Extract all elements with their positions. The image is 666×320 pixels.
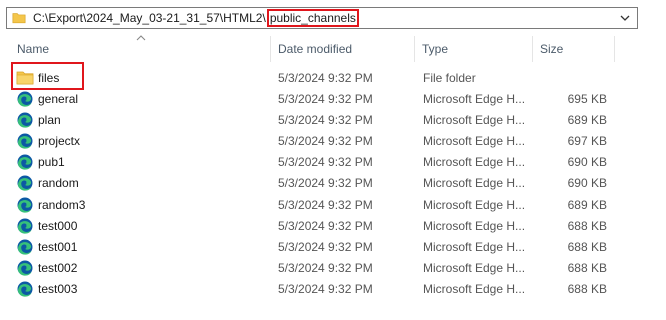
file-size: 689 KB <box>567 197 607 212</box>
file-name: random <box>38 176 79 191</box>
file-name: test003 <box>38 281 78 296</box>
file-date-modified: 5/3/2024 9:32 PM <box>278 197 373 212</box>
file-size: 697 KB <box>567 134 607 149</box>
file-size: 688 KB <box>567 239 607 254</box>
edge-icon <box>16 217 34 234</box>
file-row[interactable]: random 5/3/2024 9:32 PM Microsoft Edge H..… <box>0 172 666 193</box>
file-row[interactable]: test002 5/3/2024 9:32 PM Microsoft Edge H.… <box>0 257 666 278</box>
file-date-modified: 5/3/2024 9:32 PM <box>278 218 373 233</box>
edge-icon <box>16 90 34 107</box>
file-name: pub1 <box>38 155 65 170</box>
edge-icon <box>16 153 34 170</box>
edge-icon <box>16 132 34 149</box>
file-name: files <box>38 71 60 85</box>
file-row[interactable]: test001 5/3/2024 9:32 PM Microsoft Edge H.… <box>0 236 666 257</box>
file-date-modified: 5/3/2024 9:32 PM <box>278 281 373 296</box>
column-header-size[interactable]: Size <box>540 42 563 56</box>
file-name: random3 <box>38 197 86 212</box>
file-size: 688 KB <box>567 260 607 275</box>
chevron-down-icon[interactable] <box>617 9 633 27</box>
file-type: Microsoft Edge H... <box>423 92 526 107</box>
file-name: test002 <box>38 260 78 275</box>
file-type: Microsoft Edge H... <box>423 155 526 170</box>
file-date-modified: 5/3/2024 9:32 PM <box>278 71 373 85</box>
edge-icon <box>16 111 34 128</box>
file-name: test000 <box>38 218 78 233</box>
file-size: 690 KB <box>567 176 607 191</box>
column-header-type[interactable]: Type <box>422 42 448 56</box>
edge-icon <box>16 259 34 276</box>
file-type: Microsoft Edge H... <box>423 281 526 296</box>
sort-ascending-icon <box>136 35 146 41</box>
current-folder-highlight: public_channels <box>266 9 359 27</box>
column-header-row: Name Date modified Type Size <box>0 35 666 62</box>
file-date-modified: 5/3/2024 9:32 PM <box>278 176 373 191</box>
file-name: plan <box>38 113 61 128</box>
file-row[interactable]: files 5/3/2024 9:32 PM File folder <box>0 67 666 88</box>
file-size: 688 KB <box>567 281 607 296</box>
file-row[interactable]: plan 5/3/2024 9:32 PM Microsoft Edge H... 6… <box>0 109 666 130</box>
file-size: 689 KB <box>567 113 607 128</box>
file-date-modified: 5/3/2024 9:32 PM <box>278 134 373 149</box>
edge-icon <box>16 196 34 213</box>
file-row[interactable]: test000 5/3/2024 9:32 PM Microsoft Edge H.… <box>0 215 666 236</box>
file-type: File folder <box>423 71 476 85</box>
file-list: files 5/3/2024 9:32 PM File folder general 5… <box>0 67 666 299</box>
file-name: test001 <box>38 239 78 254</box>
column-header-name[interactable]: Name <box>17 42 49 56</box>
file-row[interactable]: projectx 5/3/2024 9:32 PM Microsoft Edge H… <box>0 130 666 151</box>
column-header-date[interactable]: Date modified <box>278 42 352 56</box>
column-divider[interactable] <box>614 36 615 62</box>
edge-icon <box>16 280 34 297</box>
file-type: Microsoft Edge H... <box>423 197 526 212</box>
file-size: 690 KB <box>567 155 607 170</box>
file-date-modified: 5/3/2024 9:32 PM <box>278 260 373 275</box>
address-path-prefix: C:\Export\2024_May_03-21_31_57\HTML2\ <box>33 11 266 25</box>
folder-icon <box>16 69 34 86</box>
file-type: Microsoft Edge H... <box>423 218 526 233</box>
file-type: Microsoft Edge H... <box>423 134 526 149</box>
file-type: Microsoft Edge H... <box>423 113 526 128</box>
edge-icon <box>16 174 34 192</box>
file-type: Microsoft Edge H... <box>423 260 526 275</box>
address-bar[interactable]: C:\Export\2024_May_03-21_31_57\HTML2\ pub… <box>6 7 638 29</box>
file-date-modified: 5/3/2024 9:32 PM <box>278 113 373 128</box>
file-row[interactable]: general 5/3/2024 9:32 PM Microsoft Edge H.… <box>0 88 666 109</box>
file-type: Microsoft Edge H... <box>423 239 526 254</box>
file-date-modified: 5/3/2024 9:32 PM <box>278 155 373 170</box>
file-date-modified: 5/3/2024 9:32 PM <box>278 239 373 254</box>
file-row[interactable]: pub1 5/3/2024 9:32 PM Microsoft Edge H... 6… <box>0 151 666 172</box>
edge-icon <box>16 238 34 255</box>
address-path[interactable]: C:\Export\2024_May_03-21_31_57\HTML2\ pub… <box>33 9 359 27</box>
column-divider[interactable] <box>414 36 415 62</box>
column-divider[interactable] <box>270 36 271 62</box>
file-size: 688 KB <box>567 218 607 233</box>
column-divider[interactable] <box>532 36 533 62</box>
file-type: Microsoft Edge H... <box>423 176 526 191</box>
folder-icon <box>12 13 26 24</box>
file-row[interactable]: test003 5/3/2024 9:32 PM Microsoft Edge H.… <box>0 278 666 299</box>
file-name: projectx <box>38 134 81 149</box>
file-size: 695 KB <box>567 92 607 107</box>
file-date-modified: 5/3/2024 9:32 PM <box>278 92 373 107</box>
file-row[interactable]: random3 5/3/2024 9:32 PM Microsoft Edge H.… <box>0 194 666 215</box>
file-name: general <box>38 92 79 107</box>
